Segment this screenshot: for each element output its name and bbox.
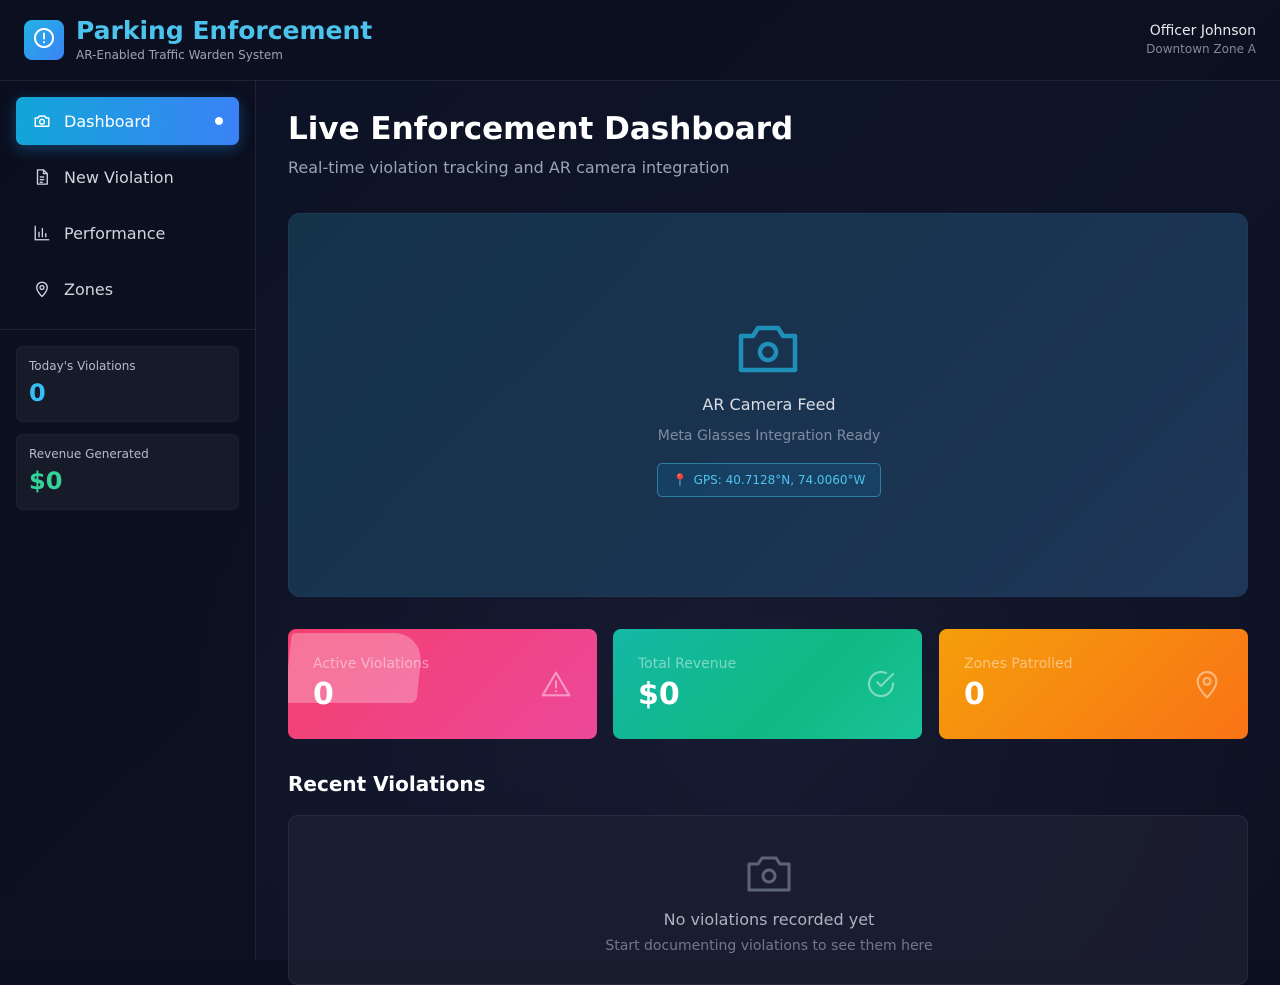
total-revenue-label: Total Revenue [638,656,737,672]
sidebar-divider [0,329,256,330]
document-icon [33,168,51,186]
camera-icon [746,853,792,893]
map-pin-icon [1191,668,1223,700]
app-title: Parking Enforcement [76,16,373,45]
location-pin-icon: 📍 [672,473,688,487]
alert-circle-icon [32,26,56,54]
camera-feed-subtitle: Meta Glasses Integration Ready [657,428,881,444]
active-violations-value: 0 [313,677,334,712]
user-zone: Downtown Zone A [1146,42,1256,56]
bar-chart-icon [33,224,51,242]
today-violations-value: 0 [29,379,46,407]
today-violations-label: Today's Violations [29,359,136,373]
sidebar-item-label: Dashboard [64,111,151,131]
camera-icon [737,320,799,376]
active-violations-card[interactable]: Active Violations 0 [288,629,597,739]
warning-triangle-icon [540,668,572,700]
check-circle-icon [865,668,897,700]
sidebar-item-performance[interactable]: Performance [16,209,239,257]
recent-violations-title: Recent Violations [288,772,486,796]
user-name[interactable]: Officer Johnson [1150,23,1256,39]
today-violations-card: Today's Violations 0 [16,346,239,422]
total-revenue-card[interactable]: Total Revenue $0 [613,629,922,739]
empty-state-title: No violations recorded yet [663,910,875,929]
sidebar-item-label: New Violation [64,167,174,187]
gps-coordinates: GPS: 40.7128°N, 74.0060°W [693,473,866,487]
gps-badge: 📍 GPS: 40.7128°N, 74.0060°W [657,463,881,497]
page-title: Live Enforcement Dashboard [288,111,794,147]
revenue-generated-label: Revenue Generated [29,447,149,461]
page-subtitle: Real-time violation tracking and AR came… [288,158,730,177]
sidebar-item-new-violation[interactable]: New Violation [16,153,239,201]
sidebar: Dashboard New Violation Performance Zone… [0,81,256,960]
sidebar-item-zones[interactable]: Zones [16,265,239,313]
active-indicator [215,117,223,125]
zones-patrolled-card[interactable]: Zones Patrolled 0 [939,629,1248,739]
camera-icon [33,112,51,130]
app-subtitle: AR-Enabled Traffic Warden System [76,48,283,62]
zones-patrolled-value: 0 [964,677,985,712]
zones-patrolled-label: Zones Patrolled [964,656,1073,672]
app-logo [24,20,64,60]
sidebar-item-label: Performance [64,223,166,243]
sidebar-item-dashboard[interactable]: Dashboard [16,97,239,145]
empty-state-subtitle: Start documenting violations to see them… [605,938,933,954]
app-header: Parking Enforcement AR-Enabled Traffic W… [0,0,1280,81]
revenue-generated-value: $0 [29,467,63,495]
revenue-generated-card: Revenue Generated $0 [16,434,239,510]
sidebar-item-label: Zones [64,279,114,299]
camera-feed-title: AR Camera Feed [702,395,836,414]
total-revenue-value: $0 [638,677,680,712]
ar-camera-feed-panel[interactable]: AR Camera Feed Meta Glasses Integration … [288,213,1248,597]
map-pin-icon [33,280,51,298]
active-violations-label: Active Violations [313,656,430,672]
